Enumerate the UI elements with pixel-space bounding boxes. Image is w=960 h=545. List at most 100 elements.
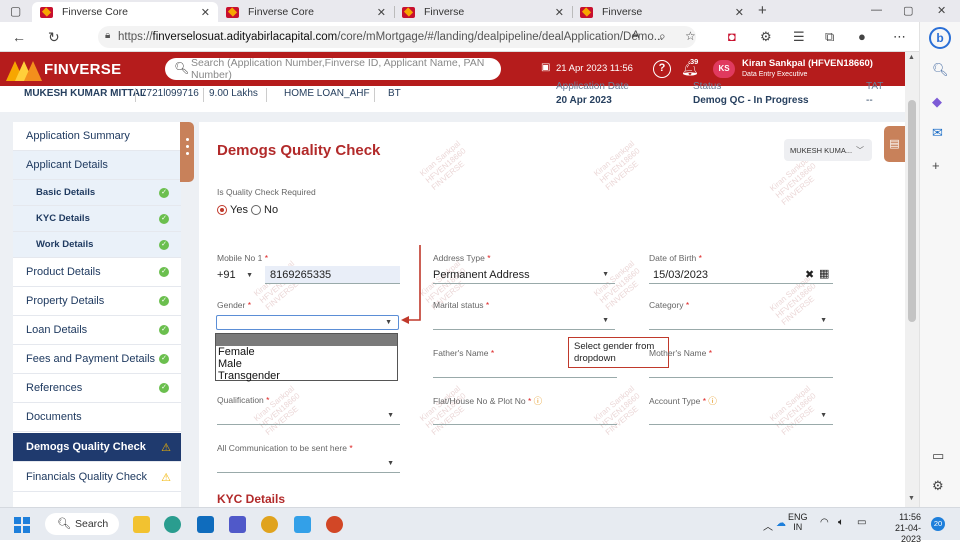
avatar[interactable]: KS <box>713 60 735 78</box>
sidebar-item-kyc-details[interactable]: KYC Details ✓ <box>13 206 181 232</box>
refresh-icon[interactable]: ↻ <box>48 29 60 46</box>
taskbar-clock[interactable]: 11:56 21-04-2023 <box>877 512 921 545</box>
tab-actions-icon[interactable]: ▢ <box>10 4 21 18</box>
more-menu-icon[interactable]: ⋯ <box>893 29 906 45</box>
language-indicator[interactable]: ENG IN <box>788 512 808 532</box>
volume-icon[interactable]: 🔈︎ <box>838 517 844 528</box>
qualification-select[interactable]: ▼ <box>217 407 400 425</box>
show-hidden-icons-icon[interactable]: ︿ <box>763 518 773 533</box>
sidebar-item-loan-details[interactable]: Loan Details ✓ <box>13 316 181 345</box>
settings-icon[interactable]: ⚙ <box>932 478 944 494</box>
profile-icon[interactable]: ● <box>858 29 866 44</box>
browser-tab-3[interactable]: Finverse ✕ <box>394 2 572 22</box>
taskbar-search[interactable]: 🔍︎ Search <box>45 513 119 535</box>
category-select[interactable]: ▼ <box>649 312 833 330</box>
extensions-icon[interactable]: ⚙ <box>760 29 772 45</box>
gender-option-male[interactable]: Male <box>216 358 397 370</box>
mobile-input[interactable]: 8169265335 <box>265 266 400 284</box>
clear-date-icon[interactable]: ✖ <box>805 268 814 281</box>
address-type-select[interactable]: Permanent Address ▼ <box>433 266 615 284</box>
close-tab-icon[interactable]: ✕ <box>377 6 386 19</box>
sidebar-item-applicant-details[interactable]: Applicant Details <box>13 151 181 180</box>
scrollbar-thumb[interactable] <box>908 100 916 322</box>
gender-select[interactable]: ▼ <box>216 315 399 330</box>
browser-tab-4[interactable]: Finverse ✕ <box>572 2 752 22</box>
gender-option-blank[interactable] <box>216 334 397 346</box>
close-window-button[interactable]: ✕ <box>937 4 946 17</box>
sidebar-item-product-details[interactable]: Product Details ✓ <box>13 258 181 287</box>
powerpoint-icon[interactable] <box>326 516 343 533</box>
sidebar-item-work-details[interactable]: Work Details ✓ <box>13 232 181 258</box>
gender-option-female[interactable]: Female <box>216 346 397 358</box>
sidebar-item-basic-details[interactable]: Basic Details ✓ <box>13 180 181 206</box>
battery-icon[interactable]: ▭ <box>857 517 866 528</box>
notification-center-badge[interactable]: 20 <box>931 517 945 531</box>
calendar-icon[interactable]: ▦ <box>819 267 829 280</box>
extension-shield-icon[interactable]: ◘ <box>728 29 736 44</box>
marital-status-select[interactable]: ▼ <box>433 312 615 330</box>
info-icon[interactable]: ⓘ <box>708 396 717 406</box>
minimize-button[interactable]: — <box>871 4 882 16</box>
application-search-input[interactable]: 🔍︎ Search (Application Number,Finverse I… <box>165 57 501 81</box>
sidebar-item-financials-quality-check[interactable]: Financials Quality Check ⚠ <box>13 463 181 492</box>
favorites-bar-icon[interactable]: ☰ <box>793 29 805 45</box>
communication-select[interactable]: ▼ <box>217 455 400 473</box>
sidebar-item-demogs-quality-check[interactable]: Demogs Quality Check ⚠ <box>13 433 181 462</box>
scroll-down-icon[interactable]: ▼ <box>908 495 915 502</box>
sidebar-item-property-details[interactable]: Property Details ✓ <box>13 287 181 316</box>
close-tab-icon[interactable]: ✕ <box>735 6 744 19</box>
windows-start-icon[interactable] <box>14 517 30 533</box>
scroll-up-icon[interactable]: ▲ <box>908 54 915 61</box>
dob-value: 15/03/2023 <box>653 268 709 281</box>
outlook-app-icon[interactable] <box>197 516 214 533</box>
copilot-icon[interactable]: ◆ <box>932 94 942 110</box>
sidebar-item-documents[interactable]: Documents <box>13 403 181 432</box>
onedrive-icon[interactable]: ☁ <box>776 518 786 529</box>
gender-option-transgender[interactable]: Transgender <box>216 370 397 382</box>
father-name-input[interactable] <box>433 360 617 378</box>
taskbar-search-label: Search <box>75 518 109 530</box>
search-icon[interactable]: 🔍︎ <box>932 62 949 78</box>
document-panel-icon[interactable]: ▤ <box>884 126 905 162</box>
zoom-icon[interactable]: ⌕ <box>659 29 666 44</box>
browser-tab-1[interactable]: Finverse Core ✕ <box>32 2 218 22</box>
maximize-button[interactable]: ▢ <box>903 4 913 17</box>
info-icon[interactable]: ⓘ <box>534 396 543 406</box>
add-sidebar-app-icon[interactable]: + <box>932 158 940 173</box>
file-explorer-icon[interactable] <box>133 516 150 533</box>
account-type-select[interactable]: ▼ <box>649 407 833 425</box>
edge-browser-icon[interactable] <box>164 516 181 533</box>
sidebar-item-references[interactable]: References ✓ <box>13 374 181 403</box>
help-icon[interactable]: ? <box>653 60 671 78</box>
browser-tab-2[interactable]: Finverse Core ✕ <box>218 2 394 22</box>
sidebar-collapse-handle[interactable] <box>180 122 194 182</box>
collections-icon[interactable]: ⧉ <box>825 29 834 45</box>
page-scrollbar[interactable]: ▲ ▼ <box>905 52 919 507</box>
read-aloud-icon[interactable]: A <box>632 29 639 41</box>
mother-name-input[interactable] <box>649 360 833 378</box>
page-title: Demogs Quality Check <box>217 142 381 159</box>
close-tab-icon[interactable]: ✕ <box>555 6 564 19</box>
teams-icon[interactable] <box>229 516 246 533</box>
wifi-icon[interactable]: ◠ <box>820 517 829 528</box>
back-icon[interactable]: ← <box>12 29 26 45</box>
applicant-select-dropdown[interactable]: MUKESH KUMA... ﹀ <box>784 139 872 161</box>
country-code-select[interactable]: +91 ▼ <box>217 266 259 284</box>
close-tab-icon[interactable]: ✕ <box>201 6 210 19</box>
new-tab-icon[interactable]: + <box>758 2 767 19</box>
flat-house-input[interactable] <box>433 407 617 425</box>
bing-chat-icon[interactable]: b <box>929 27 951 49</box>
qc-yes-radio[interactable]: Yes <box>217 204 248 216</box>
user-name[interactable]: Kiran Sankpal (HFVEN18660) <box>742 58 873 69</box>
app-icon[interactable] <box>294 516 311 533</box>
favorite-icon[interactable]: ☆ <box>685 29 696 43</box>
dob-input[interactable]: 15/03/2023 ✖ ▦ <box>649 266 833 284</box>
sidebar-item-fees-and-payment-details[interactable]: Fees and Payment Details ✓ <box>13 345 181 374</box>
qc-no-radio[interactable]: No <box>251 204 278 216</box>
url-field[interactable]: 🔒︎ https://finverselosuat.adityabirlacap… <box>98 26 696 48</box>
sidebar-item-label: Demogs Quality Check <box>26 441 146 453</box>
sidebar-toggle-icon[interactable]: ▭ <box>932 448 944 464</box>
outlook-icon[interactable]: ✉ <box>932 125 943 141</box>
chrome-icon[interactable] <box>261 516 278 533</box>
sidebar-item-application-summary[interactable]: Application Summary <box>13 122 181 151</box>
